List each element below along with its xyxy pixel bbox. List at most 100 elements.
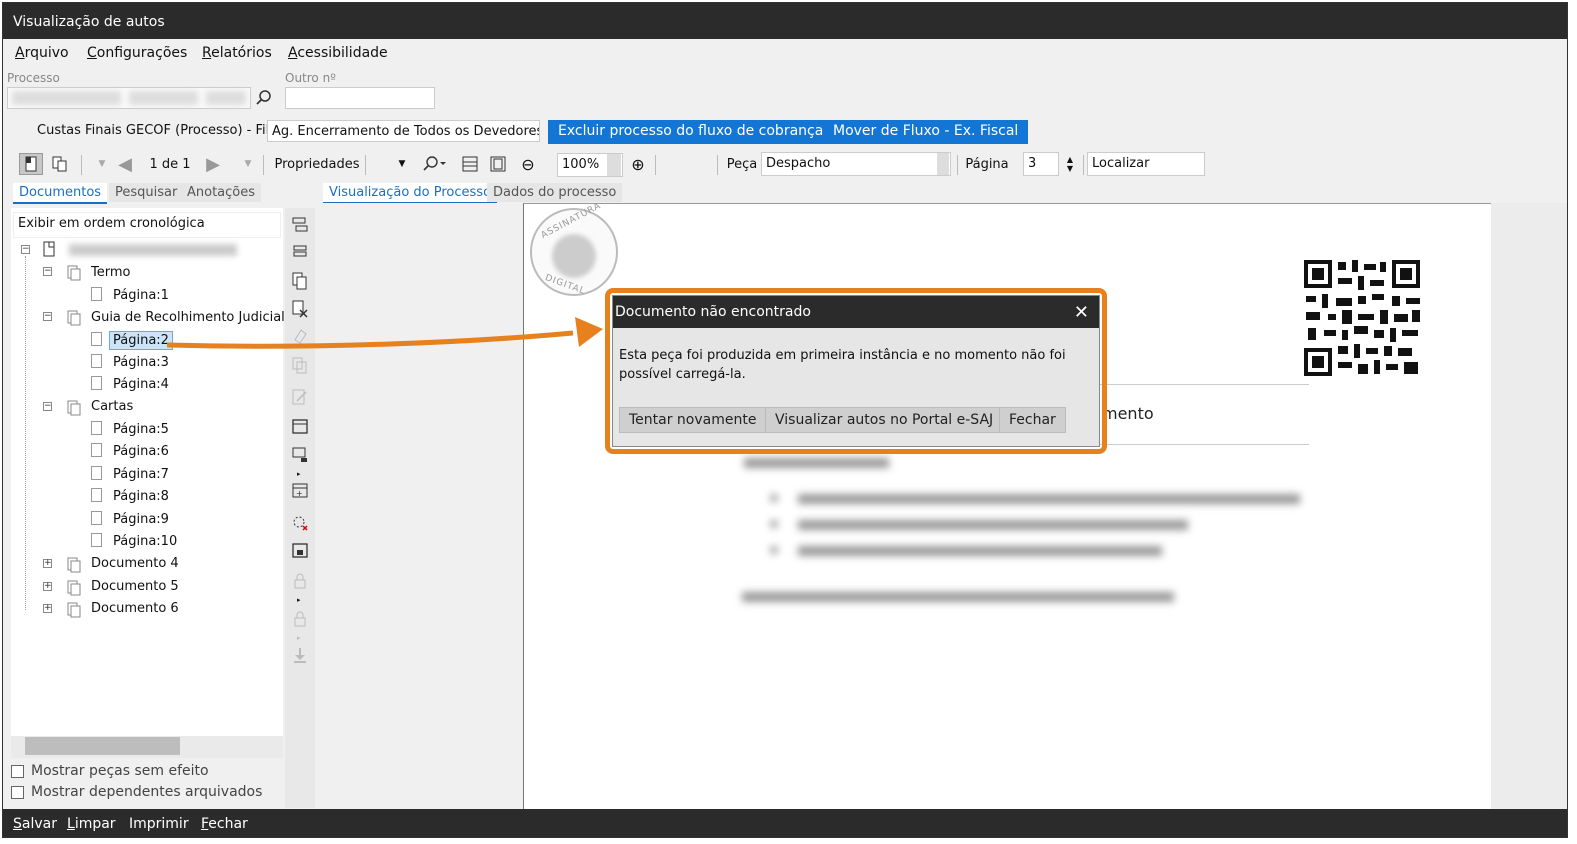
tree-documento-6[interactable]: Documento 6 [91,601,179,616]
page-icon [91,354,102,368]
lock-icon[interactable] [291,572,309,590]
excluir-processo-button[interactable]: Excluir processo do fluxo de cobrança [548,120,834,144]
zoom-search-icon[interactable] [419,153,449,175]
retry-button[interactable]: Tentar novamente [619,407,767,433]
tab-visualizacao-processo[interactable]: Visualização do Processo [323,183,498,204]
tree-documento-5[interactable]: Documento 5 [91,579,179,594]
close-icon[interactable]: ✕ [1074,302,1089,323]
annotation-arrow-icon [166,317,603,349]
dialog-close-button[interactable]: Fechar [999,407,1066,433]
expand-arrow-icon[interactable]: ▸ [297,470,301,478]
menu-arquivo[interactable]: Arquivo [15,45,69,61]
tree-page-4[interactable]: Página:4 [113,377,169,392]
tab-anotacoes[interactable]: Anotações [181,183,262,202]
show-no-effect-checkbox[interactable] [11,765,24,778]
fechar-button[interactable]: Fechar [201,816,248,832]
page-icon [91,332,102,346]
collapse-cartas-icon[interactable]: − [43,402,52,411]
peca-label: Peça [726,156,758,172]
monitor-icon[interactable] [291,446,309,464]
peca-dropdown-button[interactable] [937,153,949,175]
zoom-out-icon[interactable]: ⊖ [517,153,539,175]
expand-arrow-icon[interactable]: ▸ [297,634,301,642]
collapse-termo-icon[interactable]: − [43,267,52,276]
chevron-down-icon[interactable]: ▼ [395,153,409,175]
tab-dados-processo[interactable]: Dados do processo [487,183,623,202]
tree-group-cartas[interactable]: Cartas [91,399,133,414]
salvar-button[interactable]: Salvar [13,816,57,832]
process-root-icon [43,241,55,257]
prev-page-icon[interactable]: ◀ [115,153,135,175]
tree-scrollbar-thumb[interactable] [25,737,180,755]
tree-page-9[interactable]: Página:9 [113,512,169,527]
tree-page-3[interactable]: Página:3 [113,355,169,370]
expand-documento-5-icon[interactable]: + [43,582,52,591]
processo-input[interactable] [7,87,251,109]
show-archived-label: Mostrar dependentes arquivados [31,784,263,800]
tab-pesquisar[interactable]: Pesquisar [109,183,184,202]
open-window-icon[interactable] [291,542,309,560]
download-icon[interactable] [291,646,309,664]
expand-documento-4-icon[interactable]: + [43,559,52,568]
tab-documentos[interactable]: Documentos [13,183,108,204]
outro-numero-input[interactable] [285,87,435,109]
edit-icon[interactable] [291,388,309,406]
next-page-icon[interactable]: ▶ [203,153,223,175]
propriedades-menu[interactable]: Propriedades [273,153,361,175]
lock-icon[interactable] [291,610,309,628]
tree-page-5[interactable]: Página:5 [113,422,169,437]
menu-acessibilidade[interactable]: Acessibilidade [288,45,388,61]
zoom-dropdown-button[interactable] [607,154,621,176]
page-icon [91,511,102,525]
dialog-title: Documento não encontrado [613,296,1099,328]
limpar-button[interactable]: Limpar [67,816,116,832]
localizar-input[interactable]: Localizar [1087,152,1205,176]
tree-group-termo[interactable]: Termo [91,265,130,280]
viewer-scroll-gutter [1491,203,1567,810]
page-icon [91,421,102,435]
imprimir-button[interactable]: Imprimir [129,816,189,832]
status-bar: Salvar Limpar Imprimir Fechar [3,809,1567,837]
expand-documento-6-icon[interactable]: + [43,604,52,613]
last-page-icon[interactable]: ▼ [241,153,255,175]
new-window-icon[interactable]: + [291,482,309,500]
document-icon [67,400,81,416]
single-page-icon[interactable] [19,153,43,175]
tree-page-6[interactable]: Página:6 [113,444,169,459]
dialog-message: Esta peça foi produzida em primeira inst… [619,348,1066,382]
zoom-in-icon[interactable]: ⊕ [627,153,649,175]
document-icon [67,265,81,281]
expand-arrow-icon[interactable]: ▸ [297,596,301,604]
menu-configuracoes[interactable]: Configurações [87,45,187,61]
pagina-stepper[interactable]: ▲ ▼ [1063,153,1077,175]
pagina-input[interactable]: 3 [1023,152,1059,176]
show-archived-checkbox[interactable] [11,786,24,799]
collapse-guia-icon[interactable]: − [43,312,52,321]
tree-page-10[interactable]: Página:10 [113,534,177,549]
tree-page-8[interactable]: Página:8 [113,489,169,504]
open-portal-button[interactable]: Visualizar autos no Portal e-SAJ [765,407,1004,433]
search-icon[interactable] [255,89,273,107]
document-icon [67,580,81,596]
fit-page-icon[interactable] [487,153,509,175]
mover-fluxo-button[interactable]: Mover de Fluxo - Ex. Fiscal [823,120,1029,144]
menu-relatorios[interactable]: Relatórios [202,45,272,61]
processo-number-redacted [12,91,246,105]
fit-width-icon[interactable] [459,153,481,175]
first-page-icon[interactable]: ▼ [95,153,109,175]
tree-documento-4[interactable]: Documento 4 [91,556,179,571]
collapse-all-icon[interactable] [291,244,309,262]
process-root-label-redacted [69,244,237,256]
svg-text:+: + [296,489,303,498]
peca-select[interactable]: Despacho [761,152,951,176]
processo-label: Processo [7,71,60,85]
copy-document-icon[interactable] [291,272,309,290]
window-icon[interactable] [291,418,309,436]
order-select[interactable]: Exibir em ordem cronológica [13,212,281,238]
collapse-root-icon[interactable]: − [21,245,30,254]
expand-all-icon[interactable] [291,216,309,234]
tree-page-1[interactable]: Página:1 [113,288,169,303]
multi-page-icon[interactable] [49,153,71,175]
tree-page-7[interactable]: Página:7 [113,467,169,482]
refresh-error-icon[interactable] [291,514,309,532]
